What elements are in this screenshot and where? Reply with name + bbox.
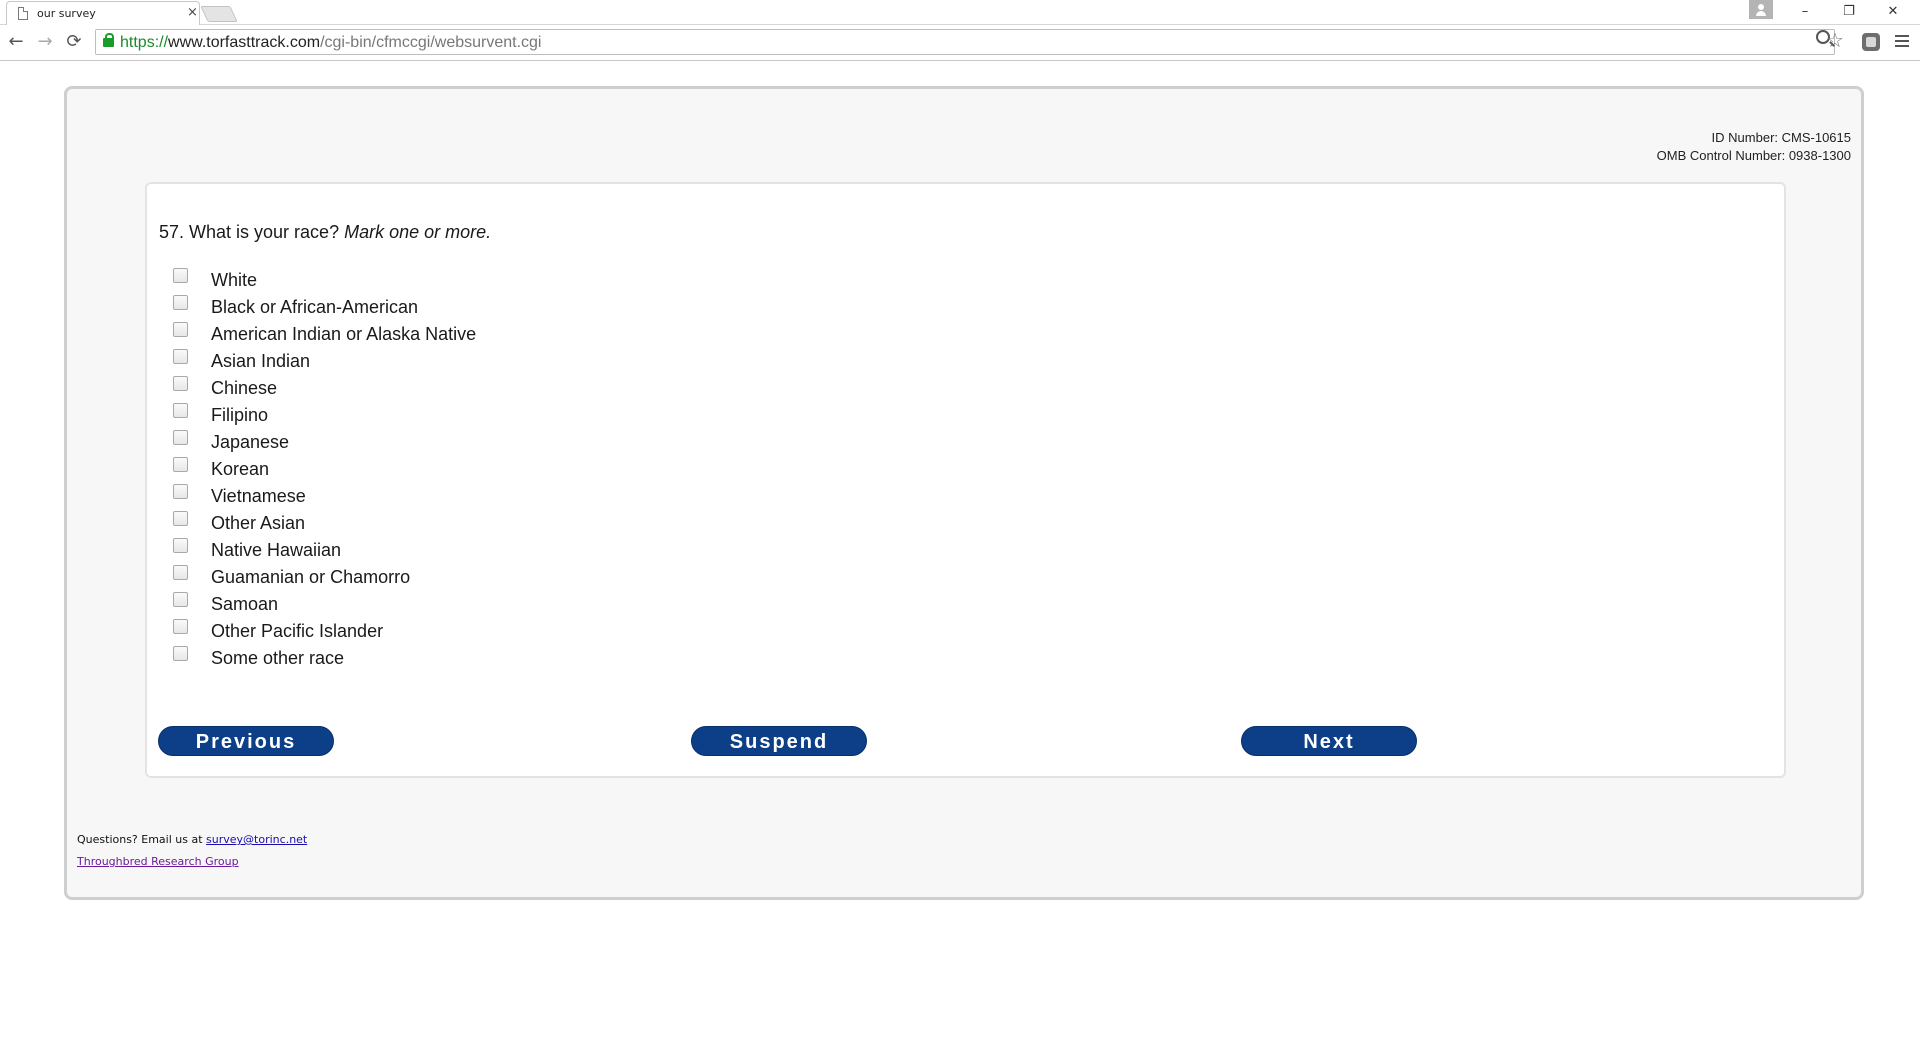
restore-button[interactable]: ❐ <box>1827 1 1871 23</box>
org-line: Throughbred Research Group <box>77 855 307 868</box>
option-label[interactable]: Native Hawaiian <box>211 540 341 560</box>
option-label[interactable]: Samoan <box>211 594 278 614</box>
option-label[interactable]: Chinese <box>211 378 277 398</box>
checkbox[interactable] <box>173 565 188 580</box>
checkbox[interactable] <box>173 430 188 445</box>
lock-icon <box>103 33 114 47</box>
next-button[interactable]: Next <box>1241 726 1417 756</box>
option-label[interactable]: Asian Indian <box>211 351 310 371</box>
bookmark-star-icon[interactable]: ☆ <box>1826 30 1844 50</box>
org-link[interactable]: Throughbred Research Group <box>77 855 239 868</box>
reload-icon[interactable]: ⟳ <box>62 30 86 54</box>
question-card: 57. What is your race? Mark one or more.… <box>145 182 1786 778</box>
back-icon[interactable]: ← <box>4 30 28 54</box>
contact-line: Questions? Email us at survey@torinc.net <box>77 833 307 846</box>
menu-icon[interactable] <box>1895 35 1909 47</box>
question-instruction: Mark one or more. <box>344 222 492 242</box>
address-bar[interactable]: https://www.torfasttrack.com/cgi-bin/cfm… <box>95 29 1835 55</box>
page-icon <box>18 7 28 20</box>
omb-control-number: OMB Control Number: 0938-1300 <box>1656 148 1851 163</box>
question-text: 57. What is your race? Mark one or more. <box>159 222 491 243</box>
checkbox[interactable] <box>173 268 188 283</box>
checkbox[interactable] <box>173 538 188 553</box>
minimize-button[interactable]: – <box>1783 1 1827 23</box>
checkbox[interactable] <box>173 592 188 607</box>
checkbox[interactable] <box>173 457 188 472</box>
checkbox[interactable] <box>173 349 188 364</box>
checkbox[interactable] <box>173 511 188 526</box>
option-label[interactable]: Guamanian or Chamorro <box>211 567 410 587</box>
id-number: ID Number: CMS-10615 <box>1711 130 1851 145</box>
checkbox[interactable] <box>173 484 188 499</box>
option-label[interactable]: Some other race <box>211 648 344 668</box>
checkbox[interactable] <box>173 295 188 310</box>
option-label[interactable]: American Indian or Alaska Native <box>211 324 476 344</box>
suspend-button[interactable]: Suspend <box>691 726 867 756</box>
browser-toolbar: ← → ⟳ https://www.torfasttrack.com/cgi-b… <box>0 25 1920 61</box>
option-label[interactable]: Other Pacific Islander <box>211 621 383 641</box>
option-label[interactable]: Black or African-American <box>211 297 418 317</box>
question-label: 57. What is your race? <box>159 222 340 242</box>
option-label[interactable]: Vietnamese <box>211 486 306 506</box>
option-label[interactable]: White <box>211 270 257 290</box>
checkbox[interactable] <box>173 376 188 391</box>
email-link[interactable]: survey@torinc.net <box>206 833 307 846</box>
previous-button[interactable]: Previous <box>158 726 334 756</box>
checkbox[interactable] <box>173 403 188 418</box>
footer: Questions? Email us at survey@torinc.net… <box>77 833 307 868</box>
option-label[interactable]: Korean <box>211 459 269 479</box>
browser-tab[interactable]: our survey × <box>6 1 200 25</box>
profile-icon[interactable] <box>1749 0 1773 19</box>
checkbox[interactable] <box>173 619 188 634</box>
checkbox[interactable] <box>173 646 188 661</box>
option-label[interactable]: Other Asian <box>211 513 305 533</box>
checkbox[interactable] <box>173 322 188 337</box>
forward-icon[interactable]: → <box>33 30 57 54</box>
tab-close-icon[interactable]: × <box>187 5 198 21</box>
new-tab-button[interactable] <box>200 6 238 22</box>
option-label[interactable]: Filipino <box>211 405 268 425</box>
close-window-button[interactable]: ✕ <box>1871 1 1915 23</box>
form-ids: ID Number: CMS-10615 OMB Control Number:… <box>1657 129 1851 165</box>
option-label[interactable]: Japanese <box>211 432 289 452</box>
tab-strip: our survey × – ❐ ✕ <box>0 0 1920 25</box>
tab-title: our survey <box>37 7 96 20</box>
url-text[interactable]: https://www.torfasttrack.com/cgi-bin/cfm… <box>120 34 541 52</box>
survey-container: ID Number: CMS-10615 OMB Control Number:… <box>64 86 1864 900</box>
extension-icon[interactable] <box>1862 33 1880 51</box>
questions-text: Questions? Email us at <box>77 833 203 846</box>
